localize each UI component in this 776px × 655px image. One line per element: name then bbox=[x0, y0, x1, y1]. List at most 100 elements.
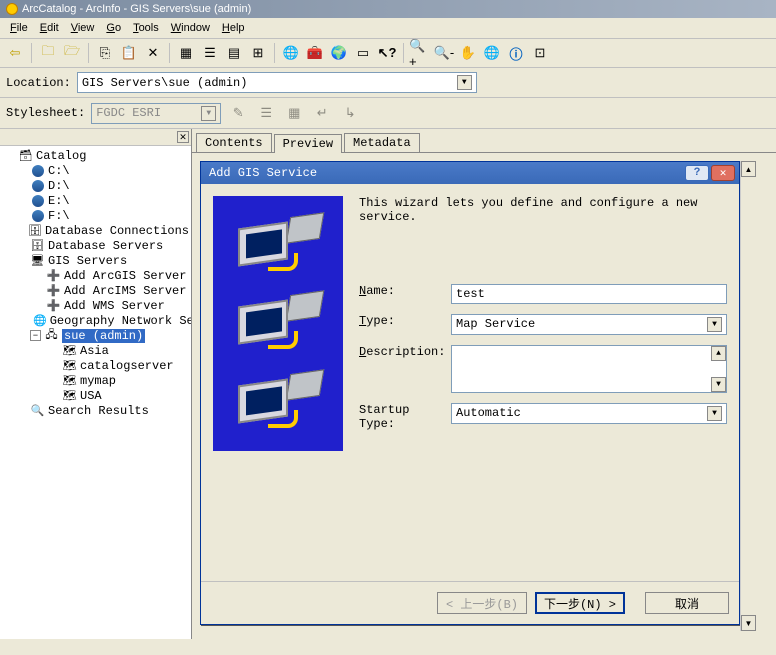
chevron-down-icon[interactable]: ▼ bbox=[707, 317, 722, 332]
next-button[interactable]: 下一步(N) > bbox=[535, 592, 625, 614]
scroll-down-icon[interactable]: ▼ bbox=[711, 377, 726, 392]
stylesheet-label: Stylesheet: bbox=[6, 106, 85, 120]
globe-button[interactable]: 🌍 bbox=[328, 42, 350, 64]
cancel-button[interactable]: 取消 bbox=[645, 592, 729, 614]
identify-button[interactable]: ⓘ bbox=[505, 42, 527, 64]
dbserv-icon: 🗄 bbox=[30, 239, 45, 252]
description-textarea[interactable]: ▲ ▼ bbox=[451, 345, 727, 393]
location-row: Location: GIS Servers\sue (admin) ▼ bbox=[0, 68, 776, 98]
window-button[interactable]: ▭ bbox=[352, 42, 374, 64]
type-select[interactable]: Map Service ▼ bbox=[451, 314, 727, 335]
content-tabs: Contents Preview Metadata bbox=[192, 129, 776, 152]
startup-select[interactable]: Automatic ▼ bbox=[451, 403, 727, 424]
menu-go[interactable]: Go bbox=[100, 20, 127, 36]
drive-icon bbox=[32, 180, 44, 192]
thumbnail-button[interactable]: ⊡ bbox=[529, 42, 551, 64]
chevron-down-icon[interactable]: ▼ bbox=[707, 406, 722, 421]
dialog-close-button[interactable]: ✕ bbox=[711, 165, 735, 181]
details-button[interactable]: ▤ bbox=[223, 42, 245, 64]
app-icon bbox=[6, 3, 18, 15]
content-area: Contents Preview Metadata Add GIS Servic… bbox=[192, 129, 776, 639]
disconnect-button[interactable]: 🗁 bbox=[61, 42, 83, 64]
location-combo[interactable]: GIS Servers\sue (admin) ▼ bbox=[77, 72, 477, 93]
back-button: < 上一步(B) bbox=[437, 592, 527, 614]
copy-button[interactable]: ⎘ bbox=[94, 42, 116, 64]
tree-catalog[interactable]: Catalog bbox=[36, 149, 86, 163]
zoomout-button[interactable]: 🔍- bbox=[433, 42, 455, 64]
stylesheet-combo: FGDC ESRI ▼ bbox=[91, 103, 221, 124]
create-metadata-button: ▦ bbox=[283, 102, 305, 124]
tree-db-servers[interactable]: Database Servers bbox=[48, 239, 163, 253]
location-value: GIS Servers\sue (admin) bbox=[82, 76, 248, 90]
thumbnails-button[interactable]: ⊞ bbox=[247, 42, 269, 64]
menu-file[interactable]: File bbox=[4, 20, 34, 36]
fullextent-button[interactable]: 🌐 bbox=[481, 42, 503, 64]
tree-geo-network[interactable]: Geography Network Servic bbox=[50, 314, 191, 328]
tree-drive-d[interactable]: D:\ bbox=[48, 179, 70, 193]
menubar: File Edit View Go Tools Window Help bbox=[0, 18, 776, 39]
zoomin-button[interactable]: 🔍+ bbox=[409, 42, 431, 64]
tab-preview[interactable]: Preview bbox=[274, 134, 342, 153]
description-label: Description: bbox=[359, 345, 451, 359]
sidebar-close-icon[interactable]: ✕ bbox=[177, 131, 189, 143]
large-icons-button[interactable]: ▦ bbox=[175, 42, 197, 64]
service-icon: 🗺 bbox=[62, 344, 77, 357]
tree-drive-c[interactable]: C:\ bbox=[48, 164, 70, 178]
chevron-down-icon[interactable]: ▼ bbox=[457, 75, 472, 90]
stylesheet-row: Stylesheet: FGDC ESRI ▼ ✎ ☰ ▦ ↵ ↳ bbox=[0, 98, 776, 129]
metadata-props-button: ☰ bbox=[255, 102, 277, 124]
collapse-icon[interactable]: − bbox=[30, 330, 41, 341]
menu-help[interactable]: Help bbox=[216, 20, 251, 36]
dialog-title: Add GIS Service bbox=[209, 166, 317, 180]
whatsthis-button[interactable]: ↖? bbox=[376, 42, 398, 64]
scroll-up-icon[interactable]: ▲ bbox=[741, 161, 756, 177]
tree-drive-e[interactable]: E:\ bbox=[48, 194, 70, 208]
menu-window[interactable]: Window bbox=[165, 20, 216, 36]
tree-add-wms[interactable]: Add WMS Server bbox=[64, 299, 165, 313]
drive-icon bbox=[32, 210, 44, 222]
dialog-titlebar: Add GIS Service ? ✕ bbox=[201, 162, 739, 184]
launch-arcmap-button[interactable]: 🌐 bbox=[280, 42, 302, 64]
location-label: Location: bbox=[6, 76, 71, 90]
tree-add-arcgis[interactable]: Add ArcGIS Server bbox=[64, 269, 186, 283]
tab-metadata[interactable]: Metadata bbox=[344, 133, 420, 152]
tree-db-connections[interactable]: Database Connections bbox=[45, 224, 189, 238]
tree-sue-admin[interactable]: sue (admin) bbox=[62, 329, 145, 343]
menu-edit[interactable]: Edit bbox=[34, 20, 65, 36]
name-input[interactable]: test bbox=[451, 284, 727, 304]
tree-catalogserver[interactable]: catalogserver bbox=[80, 359, 174, 373]
menu-tools[interactable]: Tools bbox=[127, 20, 165, 36]
tree-add-arcims[interactable]: Add ArcIMS Server bbox=[64, 284, 186, 298]
tree-mymap[interactable]: mymap bbox=[80, 374, 116, 388]
tree-usa[interactable]: USA bbox=[80, 389, 102, 403]
scroll-up-icon[interactable]: ▲ bbox=[711, 346, 726, 361]
window-titlebar: ArcCatalog - ArcInfo - GIS Servers\sue (… bbox=[0, 0, 776, 18]
toolbox-button[interactable]: 🧰 bbox=[304, 42, 326, 64]
tree-drive-f[interactable]: F:\ bbox=[48, 209, 70, 223]
dialog-footer: < 上一步(B) 下一步(N) > 取消 bbox=[201, 581, 739, 624]
tree-asia[interactable]: Asia bbox=[80, 344, 109, 358]
up-button[interactable]: ⇦ bbox=[4, 42, 26, 64]
list-button[interactable]: ☰ bbox=[199, 42, 221, 64]
drive-icon bbox=[32, 165, 44, 177]
drive-icon bbox=[32, 195, 44, 207]
tree-search-results[interactable]: Search Results bbox=[48, 404, 149, 418]
tab-contents[interactable]: Contents bbox=[196, 133, 272, 152]
connect-button[interactable]: 🗀 bbox=[37, 42, 59, 64]
export-metadata-button: ↳ bbox=[339, 102, 361, 124]
menu-view[interactable]: View bbox=[65, 20, 101, 36]
pan-button[interactable]: ✋ bbox=[457, 42, 479, 64]
catalog-tree[interactable]: 🗃Catalog C:\ D:\ E:\ F:\ 🗄Database Conne… bbox=[0, 146, 191, 639]
server-icon: 🖧 bbox=[44, 329, 59, 342]
window-title: ArcCatalog - ArcInfo - GIS Servers\sue (… bbox=[22, 3, 251, 15]
paste-button[interactable]: 📋 bbox=[118, 42, 140, 64]
service-icon: 🗺 bbox=[62, 374, 77, 387]
delete-button[interactable]: ✕ bbox=[142, 42, 164, 64]
scroll-down-icon[interactable]: ▼ bbox=[741, 615, 756, 631]
search-icon: 🔍 bbox=[30, 404, 45, 417]
content-scrollbar[interactable]: ▲ ▼ bbox=[740, 161, 756, 631]
catalog-icon: 🗃 bbox=[18, 149, 33, 162]
tree-gis-servers[interactable]: GIS Servers bbox=[48, 254, 127, 268]
dialog-help-button[interactable]: ? bbox=[685, 165, 709, 181]
service-icon: 🗺 bbox=[62, 359, 77, 372]
